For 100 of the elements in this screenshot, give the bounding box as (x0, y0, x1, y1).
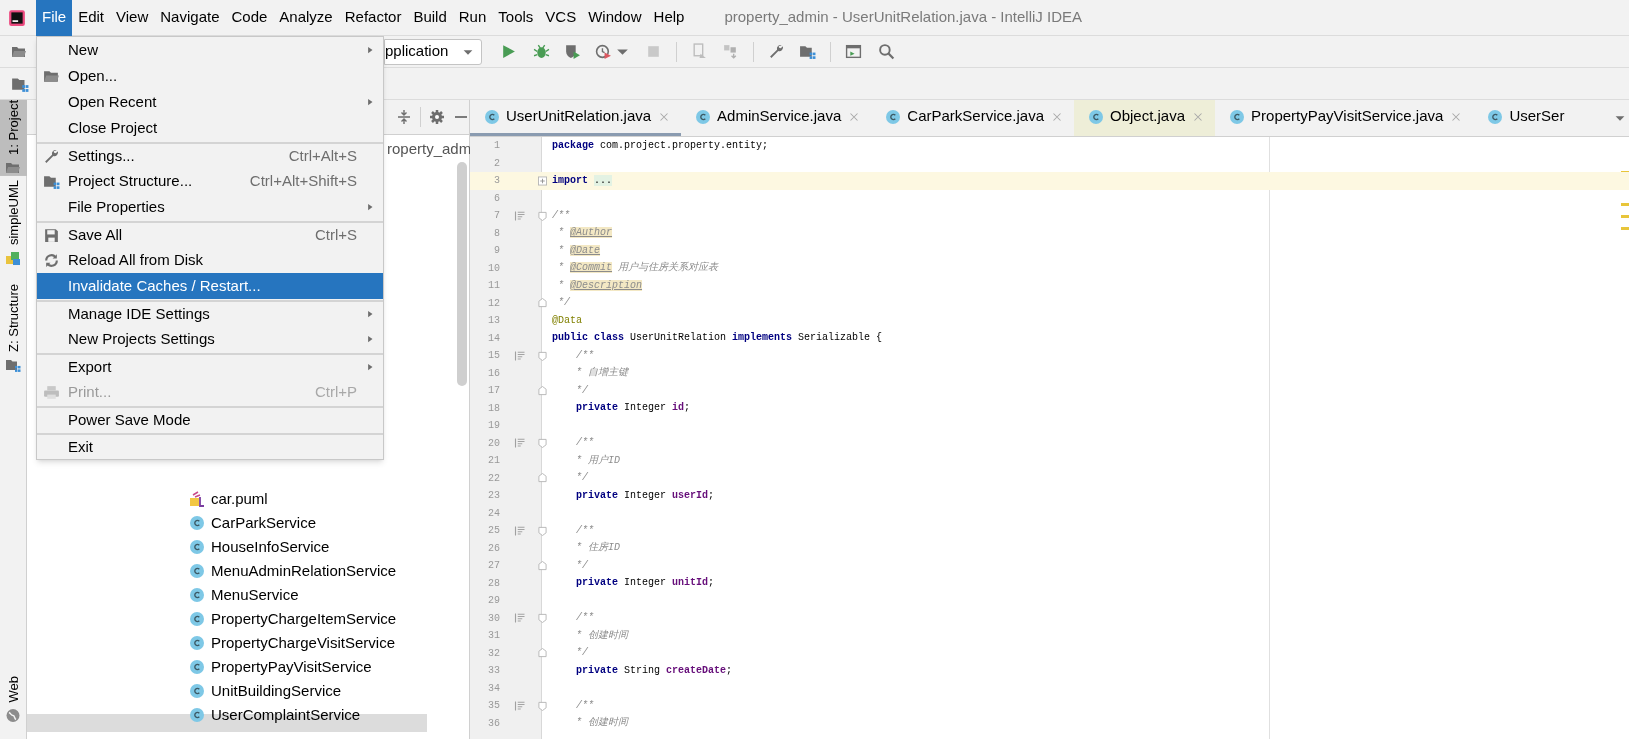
code-line: /** (552, 208, 570, 223)
code-line: package com.project.property.entity; (552, 138, 769, 153)
menu-item[interactable]: Project Structure... Ctrl+Alt+Shift+S (37, 168, 383, 194)
code-line: private Integer id; (575, 401, 691, 416)
tree-item[interactable]: MenuService (211, 583, 299, 607)
line-number: 29 (487, 594, 500, 609)
menu-item[interactable]: Power Save Mode (37, 406, 383, 432)
tree-item[interactable]: car.puml (211, 487, 268, 511)
tree-item[interactable]: HouseInfoService (211, 535, 330, 559)
window-title: property_admin - UserUnitRelation.java - IntelliJ IDEA (724, 7, 1083, 28)
run-configuration-dropdown[interactable]: pplication (384, 38, 482, 65)
line-number: 8 (493, 226, 500, 241)
code-line: * 创建时间 (575, 716, 628, 731)
line-number: 10 (487, 261, 500, 276)
menu-item[interactable]: Manage IDE Settings (37, 300, 383, 326)
menu-bar-item[interactable]: Tools (492, 0, 540, 36)
menu-bar-item[interactable]: Refactor (338, 0, 408, 36)
tool-window-tab[interactable]: 1: Project (0, 100, 27, 176)
menu-bar-item[interactable]: File (36, 0, 73, 36)
line-number: 6 (493, 191, 500, 206)
menu-item[interactable]: New Projects Settings (37, 326, 383, 352)
line-number: 22 (487, 471, 500, 486)
menu-item[interactable]: Close Project (37, 115, 383, 141)
tree-item[interactable]: CarParkService (211, 511, 317, 535)
line-number: 23 (487, 489, 500, 504)
code-line: /** (575, 436, 594, 451)
tree-item[interactable]: UserComplaintService (211, 703, 361, 727)
menu-item[interactable]: Save All Ctrl+S (37, 221, 383, 247)
line-number: 21 (487, 454, 500, 469)
code-line: @Data (552, 313, 582, 328)
line-number: 35 (487, 699, 500, 714)
editor-tab[interactable]: AdminService.java (681, 100, 872, 136)
editor-tab[interactable]: UserSer (1473, 100, 1575, 136)
menu-bar-item[interactable]: Code (225, 0, 274, 36)
code-line: * @Description (557, 278, 643, 293)
code-line: /** (575, 348, 594, 363)
menu-item[interactable]: File Properties (37, 194, 383, 220)
code-line: private String createDate; (575, 663, 733, 678)
menu-bar-item[interactable]: Edit (72, 0, 111, 36)
line-number: 2 (493, 156, 500, 171)
menu-item[interactable]: New (37, 37, 383, 63)
line-number: 1 (493, 139, 500, 154)
tree-item[interactable]: PropertyChargeItemService (211, 607, 397, 631)
code-line: * @Author (557, 226, 613, 241)
tree-item[interactable]: MenuAdminRelationService (211, 559, 397, 583)
line-number: 24 (487, 506, 500, 521)
editor-tab[interactable]: CarParkService.java (871, 100, 1074, 136)
line-number: 28 (487, 576, 500, 591)
code-line: * 用户ID (575, 453, 620, 468)
line-number: 19 (487, 419, 500, 434)
code-line: /** (575, 523, 594, 538)
line-number: 11 (487, 279, 500, 294)
menu-item[interactable]: Export (37, 353, 383, 379)
code-line: private Integer userId; (575, 488, 715, 503)
menu-item[interactable]: Reload All from Disk (37, 247, 383, 273)
code-line: */ (575, 471, 588, 486)
code-line: /** (575, 611, 594, 626)
menu-bar-item[interactable]: Analyze (273, 0, 339, 36)
menu-bar-item[interactable]: Help (647, 0, 691, 36)
code-line: */ (575, 646, 588, 661)
menu-item[interactable]: Open... (37, 63, 383, 89)
tree-item[interactable]: roperty_adm (387, 137, 472, 161)
line-number: 25 (487, 524, 500, 539)
menu-bar-item[interactable]: Run (452, 0, 493, 36)
menu-bar-item[interactable]: Build (407, 0, 453, 36)
menu-bar-item[interactable]: VCS (539, 0, 583, 36)
menu-item[interactable]: Exit (37, 433, 383, 459)
tool-window-tab[interactable]: Web (0, 675, 27, 723)
editor-tab[interactable]: PropertyPayVisitService.java (1215, 100, 1474, 136)
code-line: /** (575, 698, 594, 713)
line-number: 17 (487, 384, 500, 399)
tree-item[interactable]: PropertyPayVisitService (211, 655, 372, 679)
menu-bar-item[interactable]: View (110, 0, 155, 36)
tool-window-tab[interactable]: simpleUML (0, 179, 27, 266)
code-line: private Integer unitId; (575, 576, 715, 591)
line-number: 26 (487, 541, 500, 556)
line-number: 12 (487, 296, 500, 311)
tree-item[interactable]: PropertyChargeVisitService (211, 631, 395, 655)
menu-bar-item[interactable]: Window (582, 0, 648, 36)
code-line: * 自增主键 (575, 366, 628, 381)
tree-item[interactable]: UnitBuildingService (211, 679, 342, 703)
code-line: * @Commit 用户与住房关系对应表 (557, 261, 719, 276)
code-line: */ (575, 383, 588, 398)
line-number: 31 (487, 629, 500, 644)
code-line: * 创建时间 (575, 628, 628, 643)
menu-item[interactable]: Settings... Ctrl+Alt+S (37, 142, 383, 168)
code-line: */ (557, 296, 570, 311)
line-number: 32 (487, 646, 500, 661)
menu-item[interactable]: Invalidate Caches / Restart... (37, 273, 383, 299)
menu-item[interactable]: Open Recent (37, 89, 383, 115)
editor-tab[interactable]: Object.java (1074, 100, 1216, 136)
code-line: */ (575, 558, 588, 573)
code-line: public class UserUnitRelation implements Serializable { (552, 331, 883, 346)
line-number: 33 (487, 664, 500, 679)
menu-bar-item[interactable]: Navigate (154, 0, 226, 36)
line-number: 15 (487, 349, 500, 364)
line-number: 34 (487, 681, 500, 696)
tool-window-tab[interactable]: Z: Structure (0, 283, 27, 373)
code-line: import ... (552, 173, 613, 188)
line-number: 20 (487, 436, 500, 451)
